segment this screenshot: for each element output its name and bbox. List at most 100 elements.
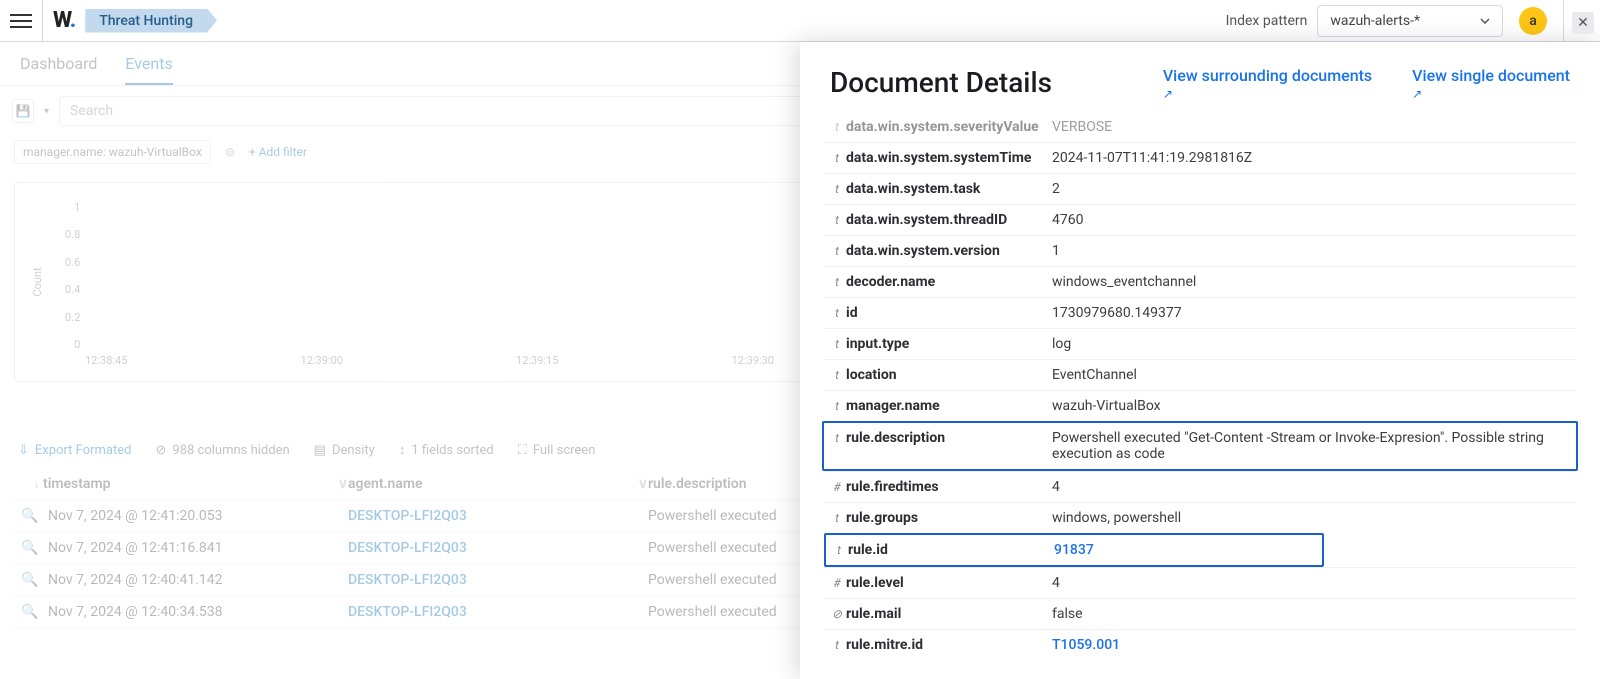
inspect-icon[interactable]: 🔍 — [12, 508, 48, 524]
filter-pill[interactable]: manager.name: wazuh-VirtualBox — [14, 140, 211, 164]
tab-dashboard[interactable]: Dashboard — [20, 54, 97, 85]
field-value: VERBOSE — [1052, 119, 1572, 135]
field-row[interactable]: #rule.firedtimes4 — [824, 471, 1576, 502]
field-value: false — [1052, 606, 1572, 622]
field-row[interactable]: tdata.win.system.severityValueVERBOSE — [824, 112, 1576, 142]
wazuh-logo[interactable]: W. — [53, 8, 75, 33]
field-row[interactable]: tinput.typelog — [824, 328, 1576, 359]
field-value: windows, powershell — [1052, 510, 1572, 526]
sort-button[interactable]: ↕ 1 fields sorted — [399, 442, 494, 458]
filter-operator-icon[interactable]: ⊜ — [225, 145, 235, 159]
document-details-flyout: ✕ Document Details View surrounding docu… — [800, 42, 1600, 679]
field-key: data.win.system.threadID — [846, 212, 1052, 228]
field-value: 4 — [1052, 479, 1572, 495]
saved-query-icon[interactable]: 💾 — [12, 99, 34, 123]
field-type-icon: t — [828, 306, 846, 320]
index-pattern-label: Index pattern — [1226, 13, 1308, 29]
flyout-title: Document Details — [830, 66, 1052, 99]
field-type-icon: # — [828, 576, 846, 590]
external-link-icon: ↗ — [1412, 87, 1570, 103]
field-type-icon: # — [828, 480, 846, 494]
divider — [1563, 0, 1564, 42]
field-value: 4 — [1052, 575, 1572, 591]
field-value: wazuh-VirtualBox — [1052, 398, 1572, 414]
view-single-link[interactable]: View single document↗ — [1412, 66, 1570, 102]
field-value[interactable]: 91837 — [1054, 542, 1318, 558]
field-type-icon: t — [828, 275, 846, 289]
field-type-icon: ⊘ — [828, 607, 846, 621]
field-value: log — [1052, 336, 1572, 352]
field-key: data.win.system.task — [846, 181, 1052, 197]
field-row[interactable]: #rule.level4 — [824, 567, 1576, 598]
field-value[interactable]: T1059.001 — [1052, 637, 1572, 653]
field-key: rule.id — [848, 542, 1054, 558]
field-row[interactable]: tdata.win.system.systemTime2024-11-07T11… — [824, 142, 1576, 173]
field-row[interactable]: tdecoder.namewindows_eventchannel — [824, 266, 1576, 297]
export-button[interactable]: ⇩ Export Formated — [18, 443, 131, 458]
inspect-icon[interactable]: 🔍 — [12, 540, 48, 556]
field-row[interactable]: trule.id91837 — [824, 533, 1324, 567]
field-key: rule.firedtimes — [846, 479, 1052, 495]
y-axis-ticks: 10.80.6 0.40.20 — [65, 201, 80, 351]
field-type-icon: t — [828, 120, 846, 134]
field-type-icon: t — [828, 399, 846, 413]
field-type-icon: t — [828, 151, 846, 165]
field-type-icon: t — [828, 182, 846, 196]
density-button[interactable]: ▤ Density — [314, 443, 375, 458]
columns-hidden[interactable]: ⊘ 988 columns hidden — [155, 443, 289, 458]
index-pattern-select[interactable]: wazuh-alerts-* — [1317, 5, 1503, 37]
fullscreen-button[interactable]: ⛶ Full screen — [518, 443, 596, 458]
field-type-icon: t — [828, 638, 846, 652]
field-type-icon: t — [828, 337, 846, 351]
col-timestamp[interactable]: timestamp — [43, 476, 111, 492]
field-key: data.win.system.systemTime — [846, 150, 1052, 166]
field-key: input.type — [846, 336, 1052, 352]
field-row[interactable]: ⊘rule.mailfalse — [824, 598, 1576, 629]
close-icon[interactable]: ✕ — [1572, 12, 1594, 34]
field-key: rule.groups — [846, 510, 1052, 526]
field-row[interactable]: tlocationEventChannel — [824, 359, 1576, 390]
field-row[interactable]: tdata.win.system.task2 — [824, 173, 1576, 204]
index-pattern-value: wazuh-alerts-* — [1330, 13, 1420, 29]
inspect-icon[interactable]: 🔍 — [12, 604, 48, 620]
field-row[interactable]: trule.descriptionPowershell executed "Ge… — [822, 421, 1578, 471]
field-type-icon: t — [830, 543, 848, 557]
field-value: EventChannel — [1052, 367, 1572, 383]
field-type-icon: t — [828, 244, 846, 258]
field-key: data.win.system.severityValue — [846, 119, 1052, 135]
field-key: rule.mitre.id — [846, 637, 1052, 653]
field-key: location — [846, 367, 1052, 383]
field-row[interactable]: tdata.win.system.threadID4760 — [824, 204, 1576, 235]
field-key: decoder.name — [846, 274, 1052, 290]
view-surrounding-link[interactable]: View surrounding documents↗ — [1163, 66, 1372, 102]
field-row[interactable]: tid1730979680.149377 — [824, 297, 1576, 328]
field-row[interactable]: tmanager.namewazuh-VirtualBox — [824, 390, 1576, 421]
chevron-down-icon[interactable]: ▾ — [44, 106, 49, 117]
add-filter-button[interactable]: + Add filter — [249, 145, 307, 159]
col-agent[interactable]: agent.name — [348, 476, 423, 492]
field-key: manager.name — [846, 398, 1052, 414]
field-type-icon: t — [828, 511, 846, 525]
y-axis-label: Count — [31, 267, 44, 296]
external-link-icon: ↗ — [1163, 87, 1372, 103]
field-value: windows_eventchannel — [1052, 274, 1572, 290]
field-type-icon: t — [828, 368, 846, 382]
tab-events[interactable]: Events — [125, 54, 172, 85]
field-type-icon: t — [828, 431, 846, 445]
field-value: 2 — [1052, 181, 1572, 197]
top-bar: W. Threat Hunting Index pattern wazuh-al… — [0, 0, 1600, 42]
field-value: 2024-11-07T11:41:19.2981816Z — [1052, 150, 1572, 166]
col-description[interactable]: rule.description — [648, 476, 747, 492]
field-row[interactable]: trule.mitre.idT1059.001 — [824, 629, 1576, 660]
field-value: Powershell executed "Get-Content -Stream… — [1052, 430, 1572, 462]
field-row[interactable]: trule.groupswindows, powershell — [824, 502, 1576, 533]
breadcrumb[interactable]: Threat Hunting — [85, 9, 217, 33]
field-list[interactable]: tdata.win.system.severityValueVERBOSEtda… — [800, 112, 1600, 679]
field-key: rule.mail — [846, 606, 1052, 622]
field-key: rule.description — [846, 430, 1052, 446]
menu-icon[interactable] — [10, 10, 32, 32]
inspect-icon[interactable]: 🔍 — [12, 572, 48, 588]
avatar[interactable]: a — [1519, 7, 1547, 35]
field-row[interactable]: tdata.win.system.version1 — [824, 235, 1576, 266]
divider — [42, 0, 43, 42]
